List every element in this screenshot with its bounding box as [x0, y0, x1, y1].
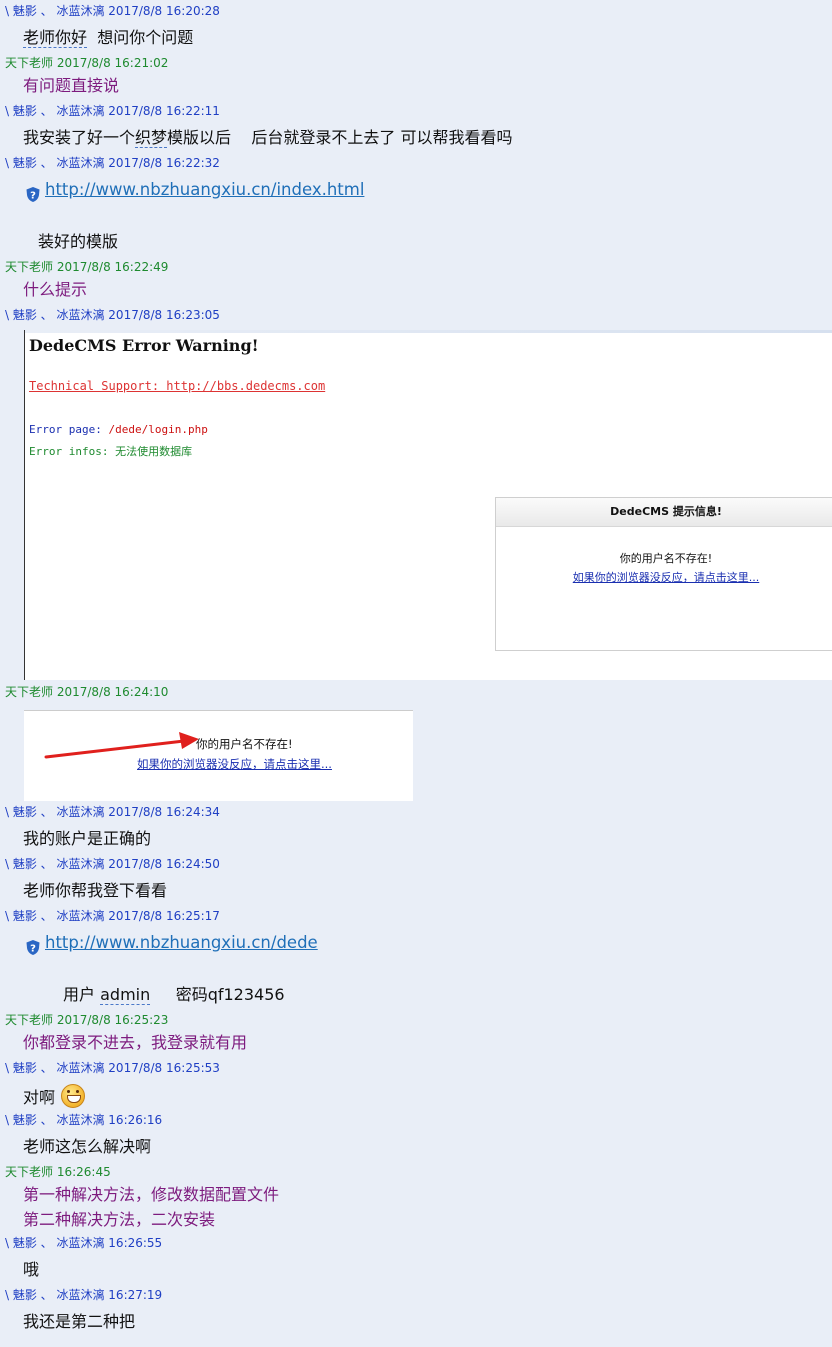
message-header: \ 魅影 、 冰蓝沐漓 2017/8/8 16:25:53 [5, 1061, 220, 1075]
message-text: 老师你好 想问你个问题 [23, 28, 194, 48]
message-box: DedeCMS 提示信息! 你的用户名不存在! 如果你的浏览器没反应，请点击这里… [495, 497, 832, 651]
message-header: \ 魅影 、 冰蓝沐漓 2017/8/8 16:24:50 [5, 857, 220, 871]
message-header: \ 魅影 、 冰蓝沐漓 16:26:55 [5, 1236, 163, 1250]
message-header: 天下老师 16:26:45 [5, 1165, 111, 1179]
message-box-title: DedeCMS 提示信息! [496, 498, 832, 527]
message-header: 天下老师 2017/8/8 16:22:49 [5, 260, 169, 274]
message-text: 用户 admin 密码qf123456 [63, 985, 285, 1005]
message-text: 老师你帮我登下看看 [23, 881, 168, 900]
message-header: 天下老师 2017/8/8 16:21:02 [5, 56, 169, 70]
message-text: 第二种解决方法，二次安装 [23, 1210, 216, 1229]
shield-icon: ? [26, 940, 40, 955]
svg-text:?: ? [30, 191, 36, 202]
message-header: \ 魅影 、 冰蓝沐漓 2017/8/8 16:22:11 [5, 104, 220, 118]
error-title: DedeCMS Error Warning! [29, 336, 259, 355]
message-text: 什么提示 [23, 280, 88, 299]
message-text: 我的账户是正确的 [23, 829, 152, 848]
message-header: \ 魅影 、 冰蓝沐漓 2017/8/8 16:22:32 [5, 156, 220, 170]
message-box-link: 如果你的浏览器没反应，请点击这里... [572, 571, 760, 584]
message-text: 对啊 [23, 1084, 86, 1109]
annotated-text: 你的用户名不存在! [196, 737, 293, 751]
message-text: 我还是第二种把 [23, 1312, 136, 1331]
message-text: 我安装了好一个织梦模版以后 后台就登录不上去了 可以帮我看看吗 [23, 128, 513, 148]
grinning-face-icon [61, 1084, 86, 1108]
message-text: 有问题直接说 [23, 76, 120, 95]
message-header: \ 魅影 、 冰蓝沐漓 2017/8/8 16:25:17 [5, 909, 220, 923]
message-text: 老师这怎么解决啊 [23, 1137, 152, 1156]
message-header: \ 魅影 、 冰蓝沐漓 2017/8/8 16:20:28 [5, 4, 220, 18]
message-text: 装好的模版 [38, 232, 119, 251]
error-page-line: Error page: /dede/login.php [29, 423, 208, 436]
url-link-dede[interactable]: http://www.nbzhuangxiu.cn/dede [45, 932, 318, 954]
message-header: 天下老师 2017/8/8 16:24:10 [5, 685, 169, 699]
message-text: 你都登录不进去，我登录就有用 [23, 1033, 248, 1052]
message-header: 天下老师 2017/8/8 16:25:23 [5, 1013, 169, 1027]
message-header: \ 魅影 、 冰蓝沐漓 2017/8/8 16:24:34 [5, 805, 220, 819]
url-link-index[interactable]: http://www.nbzhuangxiu.cn/index.html [45, 179, 364, 201]
error-info-line: Error infos: 无法使用数据库 [29, 445, 193, 458]
message-header: \ 魅影 、 冰蓝沐漓 16:26:16 [5, 1113, 163, 1127]
message-text: 哦 [23, 1260, 40, 1279]
annotated-screenshot[interactable]: 你的用户名不存在! 如果你的浏览器没反应，请点击这里... [24, 710, 413, 801]
support-link: Technical Support: http://bbs.dedecms.co… [29, 379, 326, 393]
error-screenshot[interactable]: DedeCMS Error Warning! Technical Support… [24, 330, 832, 680]
annotated-link: 如果你的浏览器没反应，请点击这里... [137, 757, 332, 771]
svg-text:?: ? [30, 944, 36, 955]
message-header: \ 魅影 、 冰蓝沐漓 2017/8/8 16:23:05 [5, 308, 220, 322]
message-box-text: 你的用户名不存在! [619, 552, 713, 565]
shield-icon: ? [26, 187, 40, 202]
screenshot-top-strip [25, 330, 832, 333]
message-text: 第一种解决方法，修改数据配置文件 [23, 1185, 280, 1204]
message-header: \ 魅影 、 冰蓝沐漓 16:27:19 [5, 1288, 163, 1302]
